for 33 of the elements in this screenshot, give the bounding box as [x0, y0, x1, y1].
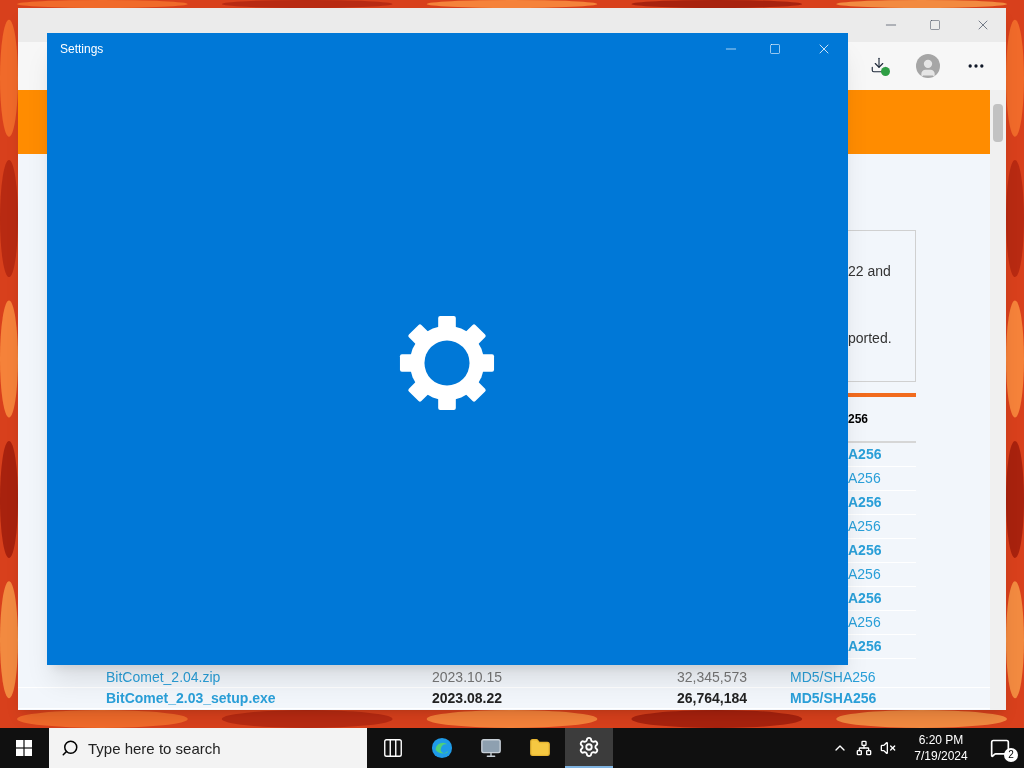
column-header: 256 [848, 411, 869, 428]
search-field[interactable]: Type here to search [49, 728, 367, 768]
hash-link[interactable]: A256 [848, 588, 882, 609]
notification-badge: 2 [1004, 748, 1018, 762]
hash-link[interactable]: A256 [848, 612, 881, 633]
clock[interactable]: 6:20 PM 7/19/2024 [906, 732, 976, 764]
size-cell-text: 32,345,573 [675, 668, 747, 686]
notification-icon[interactable] [990, 738, 1010, 758]
gear-icon[interactable] [565, 728, 613, 768]
start-icon[interactable] [16, 740, 32, 756]
hash-link[interactable]: MD5/SHA256 [790, 689, 877, 707]
download-icon[interactable] [870, 56, 890, 76]
network-icon[interactable] [856, 740, 872, 756]
date-cell-text: 2023.08.22 [432, 689, 504, 707]
file-link[interactable]: BitComet_2.04.zip [106, 668, 432, 686]
hash-link[interactable]: A256 [848, 636, 882, 657]
notice-text: ported. [848, 329, 893, 348]
hash-link[interactable]: A256 [848, 468, 881, 489]
date-cell-text: 2023.10.15 [432, 668, 504, 686]
hash-link[interactable]: A256 [848, 540, 882, 561]
scrollbar[interactable] [990, 90, 1006, 710]
gear-icon [397, 314, 496, 412]
hash-link[interactable]: A256 [848, 564, 881, 585]
muted-volume-icon[interactable] [880, 740, 896, 756]
size-cell-text: 26,764,184 [675, 689, 747, 707]
file-link[interactable]: BitComet_2.03_setup.exe [106, 689, 432, 707]
hash-link[interactable]: A256 [848, 492, 882, 513]
notice-text: 22 and [848, 262, 892, 281]
hash-link[interactable]: MD5/SHA256 [790, 668, 876, 686]
hash-link[interactable]: A256 [848, 516, 881, 537]
hash-link[interactable]: A256 [848, 444, 882, 465]
search-icon [61, 739, 79, 757]
window-title: Settings [60, 41, 105, 58]
